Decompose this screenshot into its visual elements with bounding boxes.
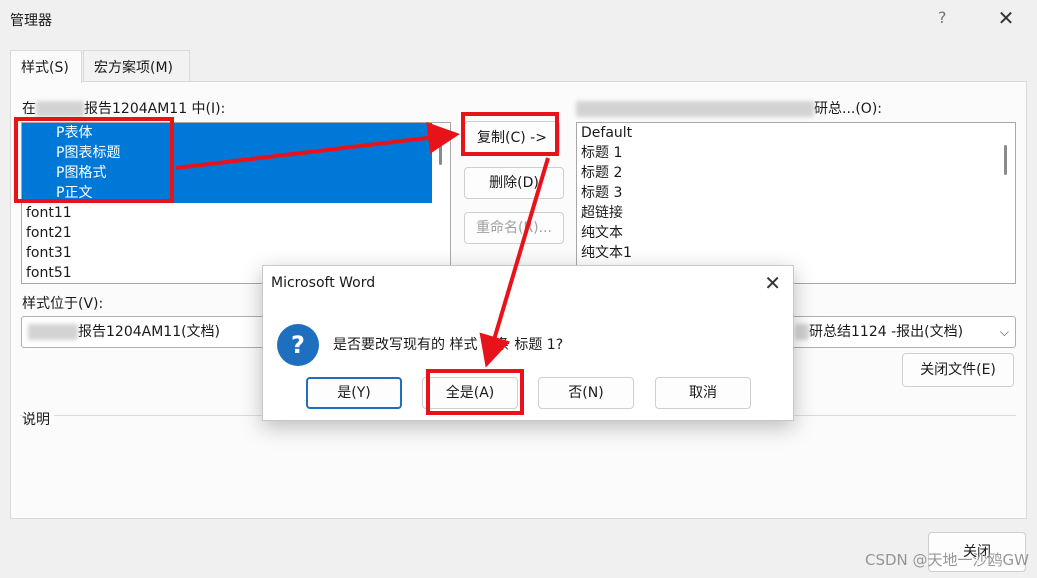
delete-button[interactable]: 删除(D)	[464, 167, 564, 199]
list-item[interactable]: font31	[22, 243, 450, 263]
confirm-dialog: Microsoft Word ✕ ? 是否要改写现有的 样式 词条 标题 1? …	[262, 265, 794, 421]
list-item[interactable]: 标题 2	[577, 163, 1015, 183]
left-header-prefix: 在	[22, 101, 36, 117]
description-label: 说明	[22, 409, 54, 429]
cancel-button[interactable]: 取消	[655, 377, 751, 409]
rename-button[interactable]: 重命名(R)...	[464, 212, 564, 244]
close-icon[interactable]: ✕	[994, 6, 1018, 30]
right-style-list[interactable]: Default 标题 1 标题 2 标题 3 超链接 纯文本 纯文本1	[576, 122, 1016, 284]
annotation-box-yes-all	[426, 369, 524, 415]
list-item[interactable]: 纯文本	[577, 223, 1015, 243]
list-item[interactable]: 超链接	[577, 203, 1015, 223]
style-location-label: 样式位于(V):	[22, 296, 104, 312]
no-button[interactable]: 否(N)	[538, 377, 634, 409]
watermark: CSDN @天地一沙鸥GW	[865, 551, 1029, 569]
yes-button[interactable]: 是(Y)	[306, 377, 402, 409]
left-location-value: 报告1204AM11(文档)	[78, 324, 221, 340]
redacted-filename	[28, 324, 78, 340]
tab-macro-items[interactable]: 宏方案项(M)	[83, 50, 190, 81]
window-title: 管理器	[10, 13, 52, 29]
right-header-suffix: 研总...(O):	[814, 101, 883, 117]
redacted-filename	[576, 101, 814, 117]
right-scroll-thumb[interactable]	[1004, 145, 1007, 175]
right-scrollbar[interactable]	[997, 123, 1015, 283]
list-item[interactable]: 纯文本1	[577, 243, 1015, 263]
chevron-down-icon[interactable]: ⌵	[1000, 317, 1009, 347]
list-item[interactable]: 标题 1	[577, 143, 1015, 163]
left-scroll-thumb[interactable]	[439, 145, 442, 165]
annotation-box-copy	[461, 112, 559, 156]
list-item[interactable]: font11	[22, 203, 450, 223]
dialog-title: Microsoft Word	[271, 275, 376, 291]
list-item[interactable]: font21	[22, 223, 450, 243]
right-list-header: 研总...(O):	[576, 98, 882, 118]
right-location-value: 研总结1124 -报出(文档)	[809, 324, 964, 340]
list-item[interactable]: 标题 3	[577, 183, 1015, 203]
right-location-select[interactable]: 研总结1124 -报出(文档) ⌵	[788, 316, 1016, 348]
left-scrollbar[interactable]	[432, 123, 450, 283]
list-item[interactable]: Default	[577, 123, 1015, 143]
annotation-box-selection	[14, 117, 174, 203]
left-list-header: 在 报告1204AM11 中(I):	[22, 98, 225, 118]
redacted-filename	[36, 101, 84, 117]
left-header-suffix: 报告1204AM11 中(I):	[84, 101, 226, 117]
question-icon: ?	[277, 324, 319, 366]
tab-styles[interactable]: 样式(S)	[10, 50, 82, 83]
left-location-select[interactable]: 报告1204AM11(文档)	[21, 316, 266, 348]
close-icon[interactable]: ✕	[764, 271, 781, 295]
dialog-message: 是否要改写现有的 样式 词条 标题 1?	[333, 337, 564, 353]
close-file-button[interactable]: 关闭文件(E)	[902, 353, 1014, 387]
redacted-filename	[795, 324, 809, 340]
help-icon[interactable]: ?	[938, 8, 947, 27]
